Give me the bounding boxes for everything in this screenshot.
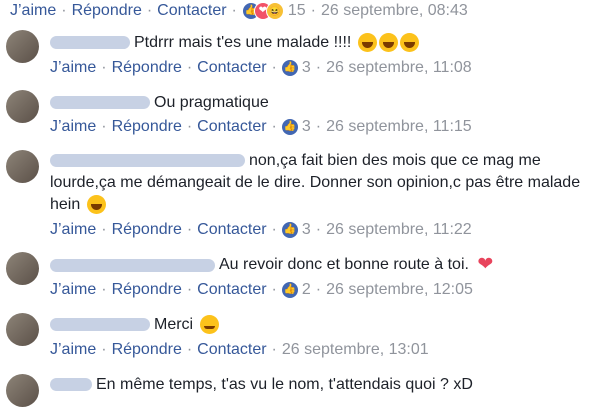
like-icon[interactable]: 👍 [281, 282, 298, 298]
author-name-blurred[interactable] [50, 36, 130, 50]
contact-link[interactable]: Contacter [197, 281, 266, 299]
comment-text: En même temps, t'as vu le nom, t'attenda… [50, 374, 592, 396]
heart-emoji: ❤ [477, 254, 494, 275]
reaction-count: 15 [287, 2, 306, 19]
like-icon[interactable]: 👍 [281, 60, 298, 76]
reply-link[interactable]: Répondre [112, 281, 182, 299]
like-count: 2 [301, 281, 311, 298]
comment-actions: J’aime · Répondre · Contacter · 👍 2 · 26… [50, 281, 473, 299]
comment-actions: J’aime · Répondre · Contacter · 👍 3 · 26… [50, 118, 472, 136]
laugh-cry-emoji [86, 195, 106, 215]
like-count: 3 [301, 59, 311, 76]
reply-link[interactable]: Répondre [112, 118, 182, 136]
reply-link[interactable]: Répondre [112, 221, 182, 239]
comment-text: Ou pragmatique [50, 92, 592, 114]
author-name-blurred[interactable] [50, 96, 150, 110]
timestamp[interactable]: 26 septembre, 11:08 [326, 59, 472, 77]
avatar[interactable] [6, 252, 39, 285]
like-link[interactable]: J’aime [50, 59, 96, 77]
reactions-stack[interactable]: 👍 ❤ 😆 [241, 2, 284, 20]
top-comment-actions: J’aime · Répondre · Contacter · 👍 ❤ 😆 15… [10, 2, 468, 20]
author-name-blurred[interactable] [50, 378, 92, 392]
like-link[interactable]: J’aime [50, 118, 96, 136]
contact-link[interactable]: Contacter [197, 341, 266, 359]
timestamp[interactable]: 26 septembre, 08:43 [321, 2, 468, 20]
timestamp[interactable]: 26 septembre, 11:15 [326, 118, 472, 136]
contact-link[interactable]: Contacter [197, 221, 266, 239]
like-link[interactable]: J’aime [50, 221, 96, 239]
laugh-cry-emoji [357, 33, 377, 53]
comment-text: non,ça fait bien des mois que ce mag me … [50, 152, 581, 215]
contact-link[interactable]: Contacter [197, 118, 266, 136]
avatar[interactable] [6, 313, 39, 346]
avatar[interactable] [6, 374, 39, 407]
smile-emoji [199, 315, 219, 335]
like-link[interactable]: J’aime [10, 2, 56, 20]
avatar[interactable] [6, 30, 39, 63]
timestamp[interactable]: 26 septembre, 12:05 [326, 281, 473, 299]
laugh-cry-emoji [399, 33, 419, 53]
like-count: 3 [301, 221, 311, 238]
like-link[interactable]: J’aime [50, 341, 96, 359]
comment-text: Ptdrrr mais t'es une malade !!!! [50, 32, 592, 54]
haha-icon: 😆 [265, 2, 284, 20]
comment-actions: J’aime · Répondre · Contacter · 👍 3 · 26… [50, 59, 472, 77]
reply-link[interactable]: Répondre [72, 2, 142, 20]
timestamp[interactable]: 26 septembre, 11:22 [326, 221, 472, 239]
comment-text: Merci [50, 314, 592, 336]
comment-actions: J’aime · Répondre · Contacter · 26 septe… [50, 341, 429, 359]
comment-text: Au revoir donc et bonne route à toi. ❤ [50, 254, 592, 276]
laugh-cry-emoji [378, 33, 398, 53]
reply-link[interactable]: Répondre [112, 341, 182, 359]
author-name-blurred[interactable] [50, 154, 245, 168]
like-count: 3 [301, 118, 311, 135]
like-icon[interactable]: 👍 [281, 222, 298, 238]
contact-link[interactable]: Contacter [157, 2, 226, 20]
author-name-blurred[interactable] [50, 318, 150, 332]
reply-link[interactable]: Répondre [112, 59, 182, 77]
timestamp[interactable]: 26 septembre, 13:01 [282, 341, 429, 359]
comment-actions: J’aime · Répondre · Contacter · 👍 3 · 26… [50, 221, 472, 239]
contact-link[interactable]: Contacter [197, 59, 266, 77]
avatar[interactable] [6, 90, 39, 123]
like-icon[interactable]: 👍 [281, 119, 298, 135]
avatar[interactable] [6, 150, 39, 183]
like-link[interactable]: J’aime [50, 281, 96, 299]
author-name-blurred[interactable] [50, 258, 215, 272]
